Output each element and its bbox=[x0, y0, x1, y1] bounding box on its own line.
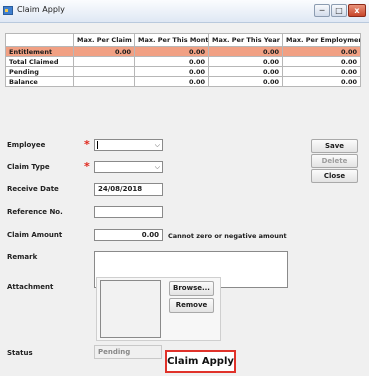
chevron-down-icon: ⌵ bbox=[154, 141, 160, 149]
table-cell: 0.00 bbox=[134, 56, 209, 67]
row-label: Total Claimed bbox=[5, 56, 74, 67]
table-cell: 0.00 bbox=[282, 56, 361, 67]
claim-amount-field[interactable]: 0.00 bbox=[94, 229, 163, 241]
title-bar: Claim Apply ─ □ x bbox=[0, 0, 369, 23]
header-max-per-claim: Max. Per Claim bbox=[73, 33, 135, 47]
table-cell: 0.00 bbox=[134, 66, 209, 77]
table-cell: 0.00 bbox=[282, 76, 361, 87]
caption-label: Claim Apply bbox=[165, 350, 236, 373]
window-title: Claim Apply bbox=[17, 5, 65, 14]
header-max-per-employment: Max. Per Employment bbox=[282, 33, 361, 47]
maximize-button[interactable]: □ bbox=[331, 4, 347, 17]
table-header-row: Max. Per Claim Max. Per This Month Max. … bbox=[5, 33, 361, 47]
close-button[interactable]: Close bbox=[311, 169, 358, 183]
table-row-pending: Pending 0.00 0.00 0.00 bbox=[5, 66, 361, 77]
chevron-down-icon: ⌵ bbox=[154, 163, 160, 171]
receive-date-label: Receive Date bbox=[7, 185, 59, 193]
header-max-per-month: Max. Per This Month bbox=[134, 33, 209, 47]
employee-dropdown[interactable]: ⌵ bbox=[94, 139, 163, 151]
table-cell bbox=[73, 66, 135, 77]
table-cell bbox=[73, 76, 135, 87]
attachment-label: Attachment bbox=[7, 283, 54, 291]
table-cell: 0.00 bbox=[208, 46, 283, 57]
delete-button[interactable]: Delete bbox=[311, 154, 358, 168]
claim-summary-table: Max. Per Claim Max. Per This Month Max. … bbox=[5, 33, 361, 87]
table-row-entitlement: Entitlement 0.00 0.00 0.00 0.00 bbox=[5, 46, 361, 57]
claim-type-dropdown[interactable]: ⌵ bbox=[94, 161, 163, 173]
reference-no-field[interactable] bbox=[94, 206, 163, 218]
row-label: Entitlement bbox=[5, 46, 74, 57]
table-cell bbox=[73, 56, 135, 67]
table-cell: 0.00 bbox=[208, 66, 283, 77]
remark-label: Remark bbox=[7, 253, 38, 261]
claim-amount-hint: Cannot zero or negative amount bbox=[168, 232, 287, 240]
table-cell: 0.00 bbox=[208, 76, 283, 87]
reference-no-label: Reference No. bbox=[7, 208, 63, 216]
header-max-per-year: Max. Per This Year bbox=[208, 33, 283, 47]
table-cell: 0.00 bbox=[282, 46, 361, 57]
receive-date-field[interactable]: 24/08/2018 bbox=[94, 183, 163, 196]
status-label: Status bbox=[7, 349, 33, 357]
row-label: Balance bbox=[5, 76, 74, 87]
minimize-button[interactable]: ─ bbox=[314, 4, 330, 17]
save-button[interactable]: Save bbox=[311, 139, 358, 153]
claim-type-required-mark: * bbox=[84, 160, 90, 173]
table-cell: 0.00 bbox=[134, 46, 209, 57]
table-cell: 0.00 bbox=[282, 66, 361, 77]
attachment-list[interactable] bbox=[100, 280, 161, 338]
claim-type-label: Claim Type bbox=[7, 163, 50, 171]
table-cell: 0.00 bbox=[208, 56, 283, 67]
table-cell: 0.00 bbox=[134, 76, 209, 87]
table-row-balance: Balance 0.00 0.00 0.00 bbox=[5, 76, 361, 87]
table-row-total-claimed: Total Claimed 0.00 0.00 0.00 bbox=[5, 56, 361, 67]
header-cell-blank bbox=[5, 33, 74, 47]
employee-required-mark: * bbox=[84, 138, 90, 151]
text-cursor bbox=[97, 141, 98, 149]
remove-button[interactable]: Remove bbox=[169, 298, 214, 313]
table-cell: 0.00 bbox=[73, 46, 135, 57]
employee-label: Employee bbox=[7, 141, 46, 149]
status-field: Pending bbox=[94, 345, 162, 359]
app-icon bbox=[3, 6, 13, 15]
close-window-button[interactable]: x bbox=[348, 4, 366, 17]
browse-button[interactable]: Browse... bbox=[169, 281, 214, 296]
claim-amount-label: Claim Amount bbox=[7, 231, 63, 239]
row-label: Pending bbox=[5, 66, 74, 77]
